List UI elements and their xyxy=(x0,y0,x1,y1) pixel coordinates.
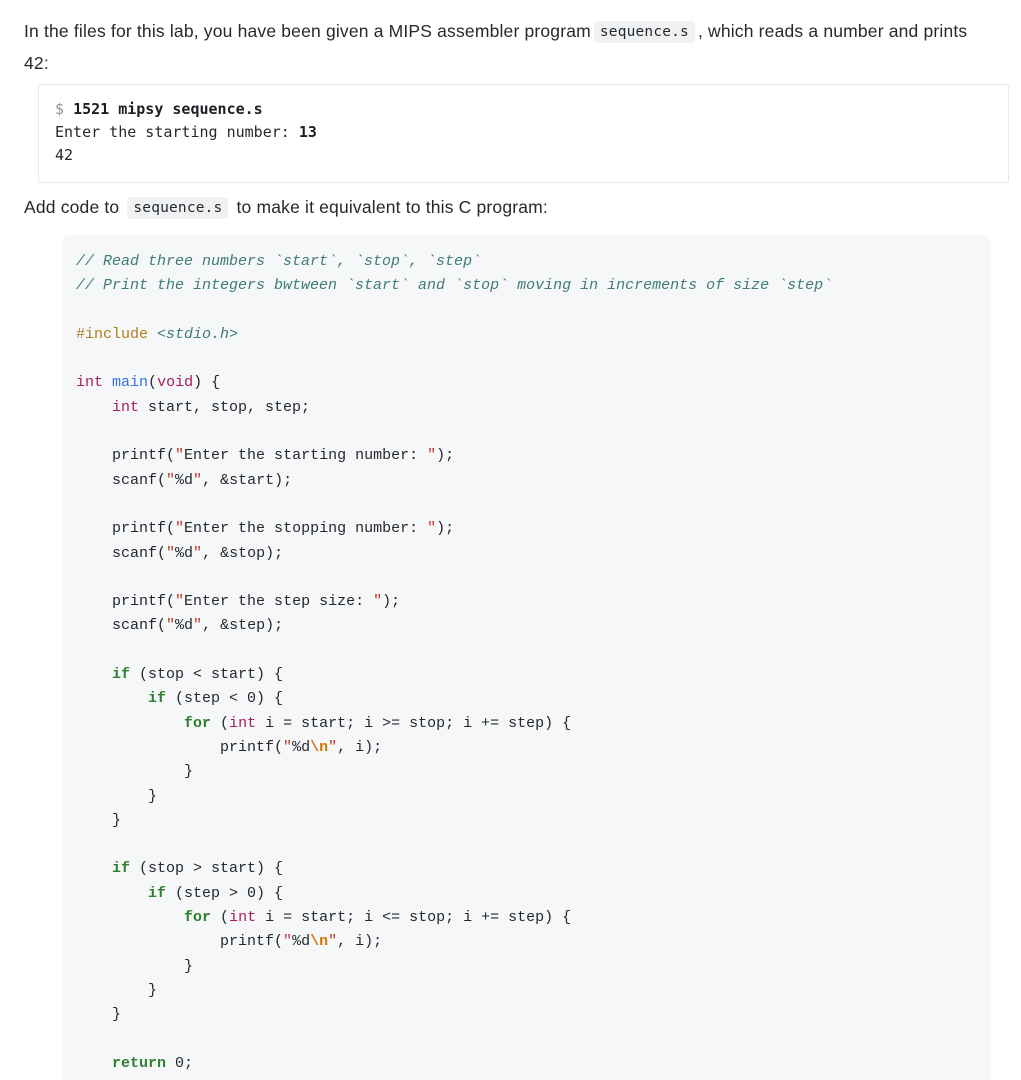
instruction-text-after: to make it equivalent to this C program: xyxy=(236,197,548,217)
c-program-source: // Read three numbers `start`, `stop`, `… xyxy=(76,249,972,1080)
terminal-program-output: 42 xyxy=(55,146,74,164)
c-program-code: // Read three numbers `start`, `stop`, `… xyxy=(76,253,833,1080)
terminal-output-block: $ 1521 mipsy sequence.s Enter the starti… xyxy=(38,84,1009,183)
c-program-code-block: // Read three numbers `start`, `stop`, `… xyxy=(62,235,990,1080)
inline-code-sequence-s-instruction: sequence.s xyxy=(127,197,229,219)
instruction-paragraph: Add code to sequence.s to make it equiva… xyxy=(24,183,985,235)
lab-instructions-page: In the files for this lab, you have been… xyxy=(0,0,1021,1080)
shell-command: 1521 mipsy sequence.s xyxy=(73,100,263,118)
shell-prompt-symbol: $ xyxy=(55,100,65,118)
terminal-text: $ 1521 mipsy sequence.s Enter the starti… xyxy=(55,98,992,167)
terminal-prompt-line-label: Enter the starting number: xyxy=(55,123,299,141)
inline-code-sequence-s-intro: sequence.s xyxy=(593,21,695,43)
intro-text-before: In the files for this lab, you have been… xyxy=(24,21,591,41)
intro-paragraph: In the files for this lab, you have been… xyxy=(24,10,985,79)
instruction-text-before: Add code to xyxy=(24,197,120,217)
terminal-user-input: 13 xyxy=(298,123,317,141)
